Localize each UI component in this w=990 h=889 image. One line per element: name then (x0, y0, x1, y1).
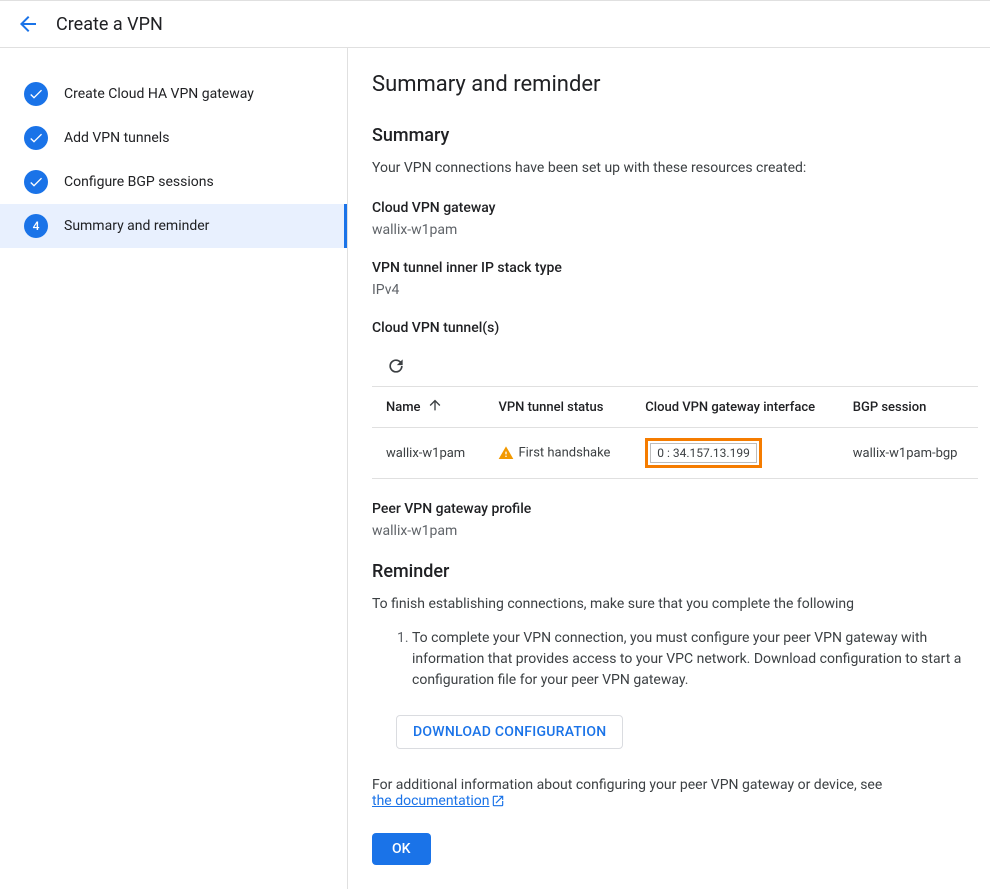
cell-iface-text: 0 : 34.157.13.199 (650, 443, 757, 463)
sidebar-step-summary[interactable]: 4 Summary and reminder (0, 204, 347, 248)
page-title: Create a VPN (56, 14, 163, 35)
sidebar-item-label: Summary and reminder (64, 218, 209, 234)
check-icon (24, 82, 48, 106)
cell-status: First handshake (484, 428, 631, 479)
cell-iface: 0 : 34.157.13.199 (631, 428, 839, 479)
reminder-list: To complete your VPN connection, you mus… (372, 628, 978, 691)
cell-name: wallix-w1pam (372, 428, 484, 479)
stack-value: IPv4 (372, 282, 978, 298)
sidebar-step-create-gateway[interactable]: Create Cloud HA VPN gateway (0, 72, 347, 116)
documentation-link-text: the documentation (372, 793, 489, 809)
tunnels-label: Cloud VPN tunnel(s) (372, 320, 978, 336)
peer-label: Peer VPN gateway profile (372, 501, 978, 517)
tunnels-table: Name VPN tunnel status Cloud VPN gateway… (372, 386, 978, 479)
col-name-label: Name (386, 400, 421, 415)
sidebar: Create Cloud HA VPN gateway Add VPN tunn… (0, 48, 348, 889)
col-status[interactable]: VPN tunnel status (484, 387, 631, 428)
sidebar-step-add-tunnels[interactable]: Add VPN tunnels (0, 116, 347, 160)
back-arrow-icon[interactable] (16, 12, 40, 36)
sidebar-item-label: Create Cloud HA VPN gateway (64, 86, 254, 102)
step-number-icon: 4 (24, 214, 48, 238)
reminder-list-item: To complete your VPN connection, you mus… (412, 628, 978, 691)
main-title: Summary and reminder (372, 72, 978, 97)
main-content: Summary and reminder Summary Your VPN co… (348, 48, 990, 889)
col-bgp[interactable]: BGP session (839, 387, 978, 428)
stack-label: VPN tunnel inner IP stack type (372, 260, 978, 276)
refresh-icon[interactable] (386, 356, 406, 376)
warning-icon (498, 445, 514, 461)
highlight-annotation: 0 : 34.157.13.199 (645, 438, 762, 468)
footnote: For additional information about configu… (372, 777, 978, 809)
external-link-icon (491, 794, 505, 808)
documentation-link[interactable]: the documentation (372, 793, 505, 809)
reminder-heading: Reminder (372, 561, 978, 582)
table-row: wallix-w1pam First handshake 0 : 34.157.… (372, 428, 978, 479)
col-name[interactable]: Name (372, 387, 484, 428)
sort-arrow-up-icon (427, 397, 443, 417)
check-icon (24, 170, 48, 194)
cell-bgp: wallix-w1pam-bgp (839, 428, 978, 479)
col-iface[interactable]: Cloud VPN gateway interface (631, 387, 839, 428)
footnote-prefix: For additional information about configu… (372, 777, 882, 793)
reminder-item-text: To complete your VPN connection, you mus… (412, 630, 961, 688)
gateway-value: wallix-w1pam (372, 222, 978, 238)
sidebar-item-label: Configure BGP sessions (64, 174, 214, 190)
top-bar: Create a VPN (0, 0, 990, 48)
gateway-label: Cloud VPN gateway (372, 200, 978, 216)
cell-status-text: First handshake (518, 445, 610, 460)
reminder-description: To finish establishing connections, make… (372, 596, 978, 612)
download-configuration-button[interactable]: DOWNLOAD CONFIGURATION (396, 715, 623, 749)
summary-description: Your VPN connections have been set up wi… (372, 160, 978, 176)
summary-heading: Summary (372, 125, 978, 146)
ok-button[interactable]: OK (372, 833, 431, 865)
sidebar-step-configure-bgp[interactable]: Configure BGP sessions (0, 160, 347, 204)
peer-value: wallix-w1pam (372, 523, 978, 539)
table-toolbar (372, 350, 978, 386)
check-icon (24, 126, 48, 150)
sidebar-item-label: Add VPN tunnels (64, 130, 169, 146)
layout: Create Cloud HA VPN gateway Add VPN tunn… (0, 48, 990, 889)
